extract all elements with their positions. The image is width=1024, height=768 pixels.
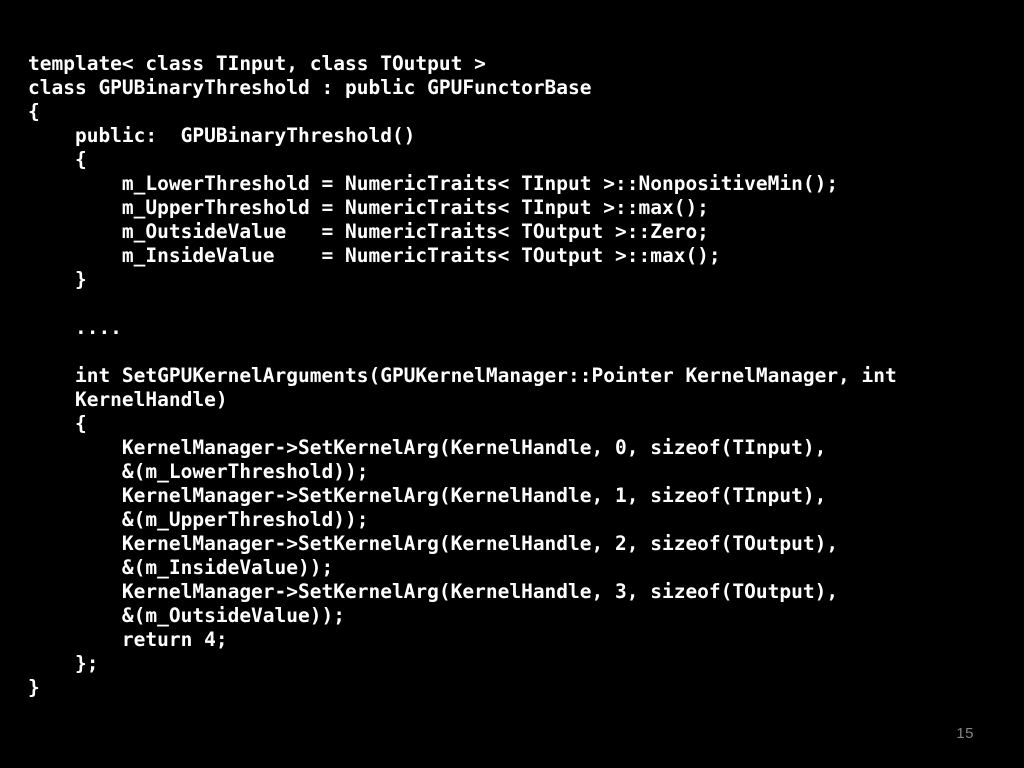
code-line: m_OutsideValue = NumericTraits< TOutput … (28, 220, 709, 243)
code-line: template< class TInput, class TOutput > (28, 52, 486, 75)
code-line: return 4; (28, 628, 228, 651)
page-number: 15 (956, 725, 974, 742)
code-line: &(m_LowerThreshold)); (28, 460, 369, 483)
code-line: m_LowerThreshold = NumericTraits< TInput… (28, 172, 839, 195)
code-line: }; (28, 652, 99, 675)
code-line: int SetGPUKernelArguments(GPUKernelManag… (28, 364, 897, 387)
code-line: } (28, 676, 40, 699)
code-line: KernelHandle) (28, 388, 228, 411)
code-line: { (28, 412, 87, 435)
code-line: } (28, 268, 87, 291)
code-line: KernelManager->SetKernelArg(KernelHandle… (28, 580, 839, 603)
code-block: template< class TInput, class TOutput > c… (28, 52, 988, 700)
presentation-slide: template< class TInput, class TOutput > c… (0, 0, 1024, 768)
code-line: m_UpperThreshold = NumericTraits< TInput… (28, 196, 709, 219)
code-line: &(m_InsideValue)); (28, 556, 334, 579)
code-line: { (28, 148, 87, 171)
code-line: m_InsideValue = NumericTraits< TOutput >… (28, 244, 721, 267)
code-line: &(m_UpperThreshold)); (28, 508, 369, 531)
code-line: { (28, 100, 40, 123)
code-line: KernelManager->SetKernelArg(KernelHandle… (28, 436, 827, 459)
code-line: public: GPUBinaryThreshold() (28, 124, 416, 147)
code-line: KernelManager->SetKernelArg(KernelHandle… (28, 484, 827, 507)
code-line: KernelManager->SetKernelArg(KernelHandle… (28, 532, 839, 555)
code-line: .... (28, 316, 122, 339)
code-line: class GPUBinaryThreshold : public GPUFun… (28, 76, 592, 99)
code-line: &(m_OutsideValue)); (28, 604, 345, 627)
